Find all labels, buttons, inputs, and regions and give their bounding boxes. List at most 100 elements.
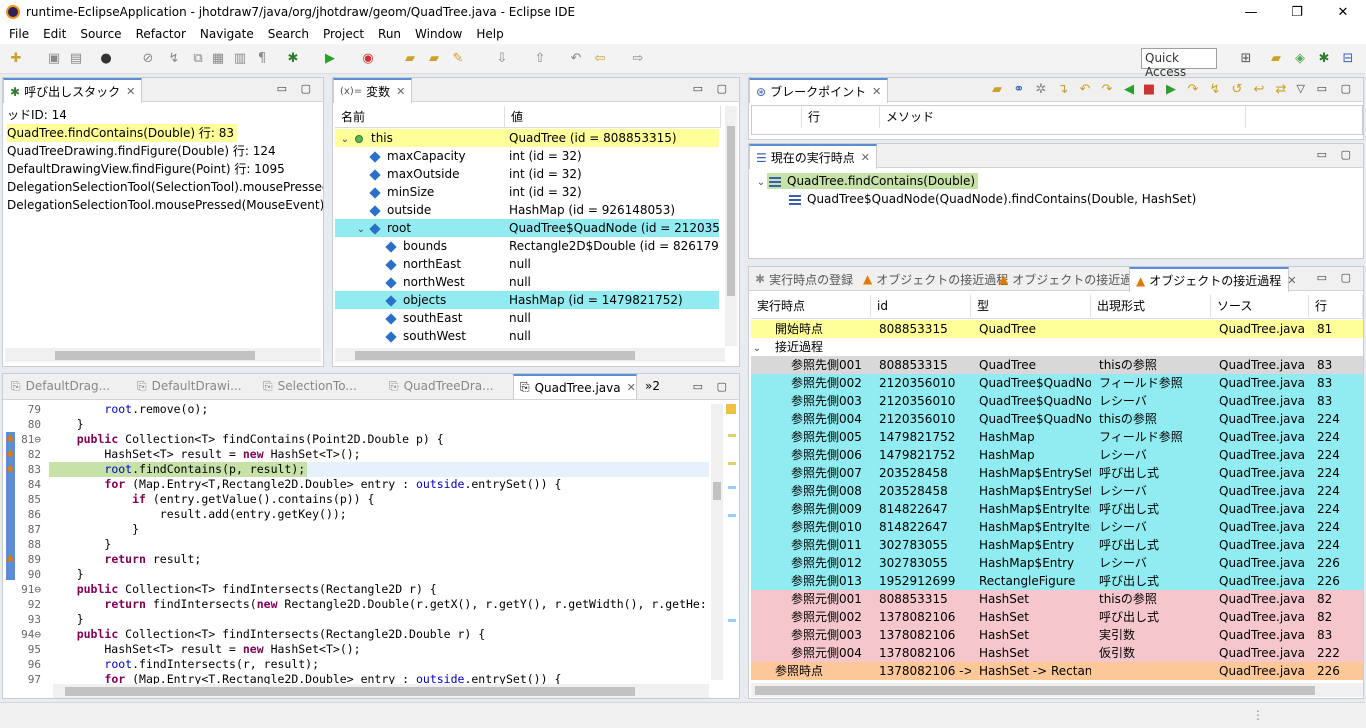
- debug-perspective-icon[interactable]: ✱: [1316, 51, 1332, 67]
- pencil-icon[interactable]: ✎: [450, 51, 466, 67]
- minimize-button[interactable]: —: [1228, 0, 1274, 24]
- terminate-icon[interactable]: ▦: [210, 51, 226, 67]
- tab-editor-2[interactable]: ⎘ DefaultDrawi...: [131, 374, 255, 398]
- step-forward-icon[interactable]: ↷: [1099, 82, 1115, 98]
- table-row[interactable]: ⌄root QuadTree$QuadNode (id = 2120356010…: [335, 219, 719, 237]
- new-icon[interactable]: ✚: [8, 51, 24, 67]
- open-folder-icon[interactable]: ▰: [989, 82, 1005, 98]
- paragraph-icon[interactable]: ¶: [254, 51, 270, 67]
- code-line[interactable]: }: [49, 417, 84, 432]
- table-row[interactable]: southEast null: [335, 309, 719, 327]
- run-icon[interactable]: ▶: [322, 51, 338, 67]
- maximize-icon[interactable]: ▢: [717, 380, 727, 393]
- table-row[interactable]: bounds Rectangle2D$Double (id = 82617969…: [335, 237, 719, 255]
- table-row[interactable]: 参照先側001 808853315 QuadTree thisの参照 QuadTree.…: [751, 356, 1363, 374]
- column-blank[interactable]: [752, 106, 802, 128]
- resume-icon[interactable]: ↯: [166, 51, 182, 67]
- code-line[interactable]: }: [49, 537, 111, 552]
- close-icon[interactable]: ✕: [396, 85, 405, 98]
- horizontal-scrollbar[interactable]: [335, 348, 725, 362]
- menu-edit[interactable]: Edit: [36, 27, 73, 41]
- maximize-icon[interactable]: ▢: [717, 82, 727, 95]
- last-edit-icon[interactable]: ↶: [568, 51, 584, 67]
- code-line[interactable]: root.findIntersects(r, result);: [49, 657, 319, 672]
- column-time[interactable]: 実行時点: [751, 295, 871, 317]
- tree-item[interactable]: ⌄ QuadTree.findContains(Double): [755, 172, 979, 190]
- open-perspective-icon[interactable]: ⊞: [1238, 51, 1254, 67]
- quick-access-field[interactable]: Quick Access: [1141, 48, 1217, 79]
- view-menu-icon[interactable]: ▽: [1297, 82, 1305, 95]
- list-item[interactable]: QuadTreeDrawing.findFigure(Double) 行: 12…: [7, 142, 323, 160]
- tab-editor-active[interactable]: ⎘ QuadTree.java ✕: [513, 374, 637, 399]
- list-item[interactable]: QuadTree.findContains(Double) 行: 83: [7, 124, 238, 142]
- tab-approach-2[interactable]: ▲ オブジェクトの接近過程: [993, 267, 1144, 291]
- column-name[interactable]: 名前: [335, 106, 505, 128]
- column-line[interactable]: 行: [802, 106, 880, 128]
- next-annotation-icon[interactable]: ⇩: [494, 51, 510, 67]
- prev-annotation-icon[interactable]: ⇧: [532, 51, 548, 67]
- tab-approach-3[interactable]: ▲ オブジェクトの接近過程 ✕: [1129, 267, 1296, 292]
- step-return-icon[interactable]: ↺: [1229, 82, 1245, 98]
- step-into-icon[interactable]: ↯: [1207, 82, 1223, 98]
- tab-editor-4[interactable]: ⎘ QuadTreeDra...: [383, 374, 511, 398]
- menu-file[interactable]: File: [2, 27, 36, 41]
- debug-icon[interactable]: ✱: [285, 51, 301, 67]
- menu-project[interactable]: Project: [316, 27, 371, 41]
- layout-perspective-icon[interactable]: ⊟: [1340, 51, 1356, 67]
- table-row[interactable]: objects HashMap (id = 1479821752): [335, 291, 719, 309]
- restore-button[interactable]: ❐: [1274, 0, 1320, 24]
- close-icon[interactable]: ✕: [126, 85, 135, 98]
- vertical-scrollbar[interactable]: [725, 106, 737, 346]
- maximize-icon[interactable]: ▢: [1341, 148, 1351, 161]
- stop-icon[interactable]: ■: [1141, 82, 1157, 98]
- table-row[interactable]: ⌄ 接近過程: [751, 338, 1363, 356]
- team-perspective-icon[interactable]: ◈: [1292, 51, 1308, 67]
- column-method[interactable]: メソッド: [880, 106, 1246, 128]
- step-icon[interactable]: ↴: [1055, 82, 1071, 98]
- column-type[interactable]: 型: [971, 295, 1091, 317]
- column-source[interactable]: ソース: [1211, 295, 1309, 317]
- table-row[interactable]: 参照先側004 2120356010 QuadTree$QuadNo... thisの…: [751, 410, 1363, 428]
- code-line[interactable]: if (entry.getValue().contains(p)) {: [49, 492, 374, 507]
- code-line[interactable]: }: [49, 612, 84, 627]
- tree-item[interactable]: QuadTree$QuadNode(QuadNode).findContains…: [789, 190, 1196, 208]
- code-line[interactable]: root.findContains(p, result);: [49, 462, 305, 477]
- code-line[interactable]: public Collection<T> findIntersects(Rect…: [49, 627, 486, 642]
- tab-variables[interactable]: (x)= 変数 ✕: [333, 78, 413, 103]
- code-line[interactable]: }: [49, 567, 84, 582]
- close-button[interactable]: ✕: [1320, 0, 1366, 24]
- code-line[interactable]: public Collection<T> findContains(Point2…: [49, 432, 444, 447]
- list-item[interactable]: ッドID: 14: [7, 106, 323, 124]
- code-line[interactable]: }: [49, 522, 139, 537]
- back-step-icon[interactable]: ◀: [1121, 82, 1137, 98]
- code-line[interactable]: HashSet<T> result = new HashSet<T>();: [49, 642, 360, 657]
- horizontal-scrollbar[interactable]: [53, 684, 709, 698]
- table-row[interactable]: northWest null: [335, 273, 719, 291]
- table-row[interactable]: 参照先側013 1952912699 RectangleFigure 呼び出し式 Qua…: [751, 572, 1363, 590]
- list-item[interactable]: DefaultDrawingView.findFigure(Point) 行: …: [7, 160, 323, 178]
- code-line[interactable]: root.remove(o);: [49, 402, 208, 417]
- step-back-icon[interactable]: ↶: [1077, 82, 1093, 98]
- tab-current-point[interactable]: ☰ 現在の実行時点 ✕: [749, 144, 877, 169]
- drop-frame-icon[interactable]: ↩: [1251, 82, 1267, 98]
- suspend-icon[interactable]: ⧉: [190, 51, 206, 67]
- code-line[interactable]: return findIntersects(new Rectangle2D.Do…: [49, 597, 706, 612]
- column-value[interactable]: 値: [505, 106, 721, 128]
- disconnect-icon[interactable]: ▥: [232, 51, 248, 67]
- expand-twisty-icon[interactable]: ⌄: [751, 340, 763, 356]
- menu-run[interactable]: Run: [371, 27, 408, 41]
- link-icon[interactable]: ⚭: [1011, 82, 1027, 98]
- tab-approach-1[interactable]: ▲ オブジェクトの接近過程: [857, 267, 1008, 291]
- code-line[interactable]: result.add(entry.getKey());: [49, 507, 347, 522]
- coverage-icon[interactable]: ◉: [360, 51, 376, 67]
- minimize-icon[interactable]: ▭: [693, 380, 703, 393]
- open-type-icon[interactable]: ▰: [402, 51, 418, 67]
- minimize-icon[interactable]: ▭: [1317, 271, 1327, 284]
- open-folder-icon[interactable]: ▰: [426, 51, 442, 67]
- menu-window[interactable]: Window: [408, 27, 469, 41]
- save-icon[interactable]: ▣: [46, 51, 62, 67]
- table-row[interactable]: ⌄ this QuadTree (id = 808853315): [335, 129, 719, 147]
- table-row[interactable]: 参照先側008 203528458 HashMap$EntrySet レシーバ Quad…: [751, 482, 1363, 500]
- list-item[interactable]: DelegationSelectionTool.mousePressed(Mou…: [7, 196, 323, 214]
- table-row[interactable]: maxOutside int (id = 32): [335, 165, 719, 183]
